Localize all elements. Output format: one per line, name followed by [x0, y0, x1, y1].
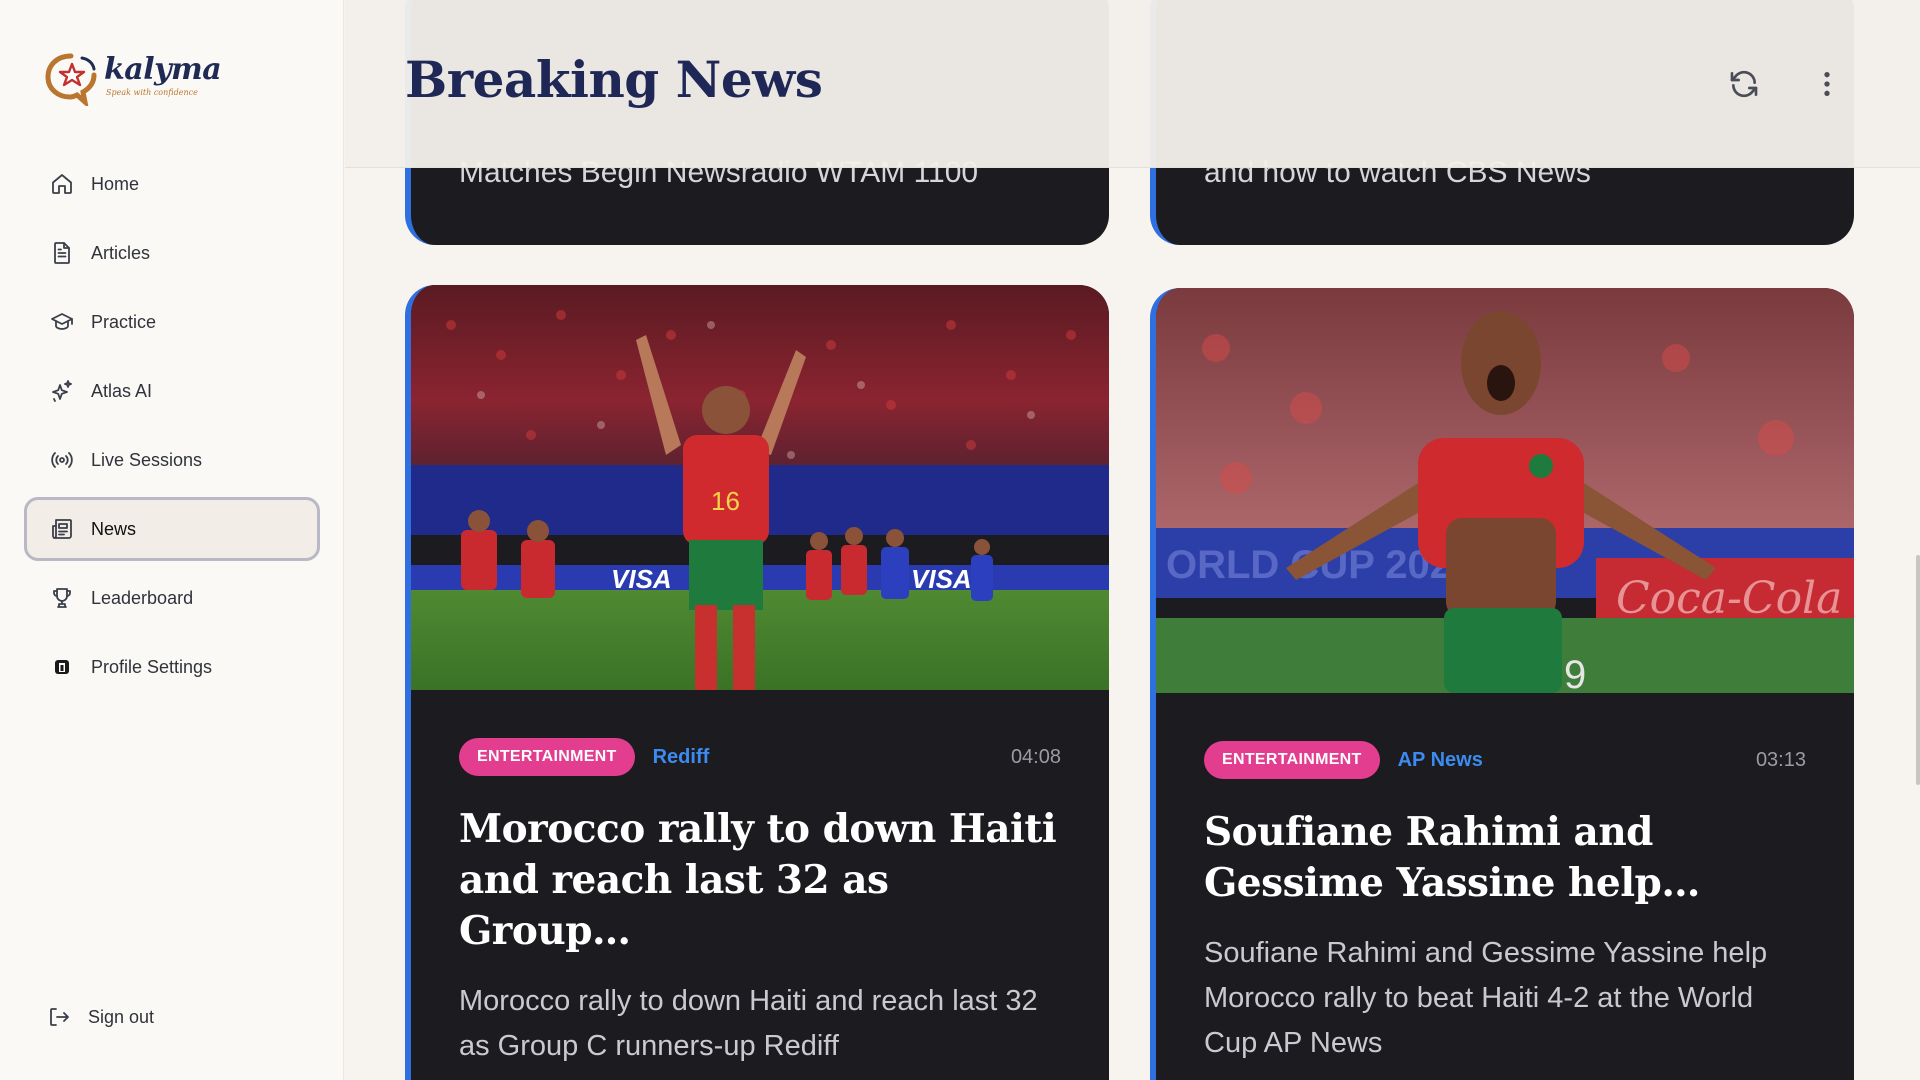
article-time: 03:13 [1755, 748, 1806, 771]
news-card[interactable]: VISA VISA 16 ENTERTAINMENT Rediff 04:08 … [405, 285, 1109, 1080]
page-title: Breaking News [405, 50, 823, 109]
sidebar-item-label: Atlas AI [91, 380, 153, 401]
svg-text:VISA: VISA [911, 564, 972, 594]
article-body: ENTERTAINMENT Rediff 04:08 Morocco rally… [411, 690, 1109, 1069]
main-content: Breaking News Matches Begin Newsradio WT… [345, 0, 1920, 1080]
sidebar-item-articles[interactable]: Articles [24, 221, 320, 285]
article-description: Morocco rally to down Haiti and reach la… [459, 985, 1038, 1062]
football-celebration-image: VISA VISA 16 [411, 285, 1109, 690]
sidebar-item-practice[interactable]: Practice [24, 290, 320, 354]
sign-out-label: Sign out [88, 1006, 155, 1027]
svg-text:9: 9 [1564, 653, 1586, 693]
sidebar-item-news[interactable]: News [24, 497, 320, 561]
refresh-button[interactable] [1722, 62, 1766, 106]
article-title[interactable]: Morocco rally to down Haiti and reach la… [459, 804, 1061, 957]
logo-badge-icon [45, 53, 97, 106]
article-image: ORLD CUP 2026 Coca-Cola 9 [1156, 288, 1854, 693]
refresh-icon [1730, 70, 1758, 98]
page-header: Breaking News [345, 0, 1920, 168]
article-meta: ENTERTAINMENT AP News 03:13 [1204, 741, 1806, 779]
brand-name: kalyma [104, 52, 222, 87]
news-card[interactable]: ORLD CUP 2026 Coca-Cola 9 ENTERTAINMENT … [1150, 288, 1854, 1080]
article-description: Soufiane Rahimi and Gessime Yassine help… [1204, 937, 1768, 1059]
newspaper-icon [49, 516, 75, 542]
sign-out-icon [46, 1004, 72, 1030]
article-meta: ENTERTAINMENT Rediff 04:08 [459, 738, 1061, 776]
sidebar-item-home[interactable]: Home [24, 152, 320, 216]
article-source[interactable]: Rediff [653, 746, 710, 769]
category-badge[interactable]: ENTERTAINMENT [1204, 741, 1380, 779]
svg-text:Coca-Cola: Coca-Cola [1616, 573, 1842, 624]
sidebar-item-live-sessions[interactable]: Live Sessions [24, 428, 320, 492]
brand-tagline: Speak with confidence [106, 88, 198, 97]
sidebar-item-label: Live Sessions [91, 449, 203, 470]
article-source[interactable]: AP News [1398, 749, 1483, 772]
category-badge[interactable]: ENTERTAINMENT [459, 738, 635, 776]
article-title[interactable]: Soufiane Rahimi and Gessime Yassine help… [1204, 807, 1806, 909]
more-vertical-icon [1824, 72, 1830, 96]
svg-text:VISA: VISA [611, 564, 672, 594]
sidebar-item-leaderboard[interactable]: Leaderboard [24, 566, 320, 630]
sidebar: kalyma Speak with confidence Home Articl… [0, 0, 344, 1080]
more-options-button[interactable] [1805, 62, 1849, 106]
profile-icon [49, 654, 75, 680]
sidebar-item-label: Home [91, 173, 140, 194]
sidebar-item-atlas-ai[interactable]: Atlas AI [24, 359, 320, 423]
sidebar-nav: Home Articles Practice Atlas AI Live Ses… [24, 152, 320, 704]
document-icon [49, 240, 75, 266]
home-icon [49, 171, 75, 197]
broadcast-icon [49, 447, 75, 473]
kalyma-logo[interactable]: kalyma Speak with confidence [44, 48, 222, 108]
svg-text:16: 16 [711, 486, 740, 516]
graduation-cap-icon [49, 309, 75, 335]
page-scrollbar[interactable] [1916, 555, 1920, 785]
sidebar-item-label: Practice [91, 311, 157, 332]
trophy-icon [49, 585, 75, 611]
football-celebration-image: ORLD CUP 2026 Coca-Cola 9 [1156, 288, 1854, 693]
sparkles-icon [49, 378, 75, 404]
sidebar-item-label: Profile Settings [91, 656, 213, 677]
sign-out-button[interactable]: Sign out [46, 1004, 154, 1030]
sidebar-item-label: Articles [91, 242, 151, 263]
article-image: VISA VISA 16 [411, 285, 1109, 690]
article-body: ENTERTAINMENT AP News 03:13 Soufiane Rah… [1156, 693, 1854, 1066]
sidebar-item-label: Leaderboard [91, 587, 194, 608]
sidebar-item-profile-settings[interactable]: Profile Settings [24, 635, 320, 699]
sidebar-item-label: News [91, 518, 137, 539]
article-time: 04:08 [1010, 745, 1061, 768]
